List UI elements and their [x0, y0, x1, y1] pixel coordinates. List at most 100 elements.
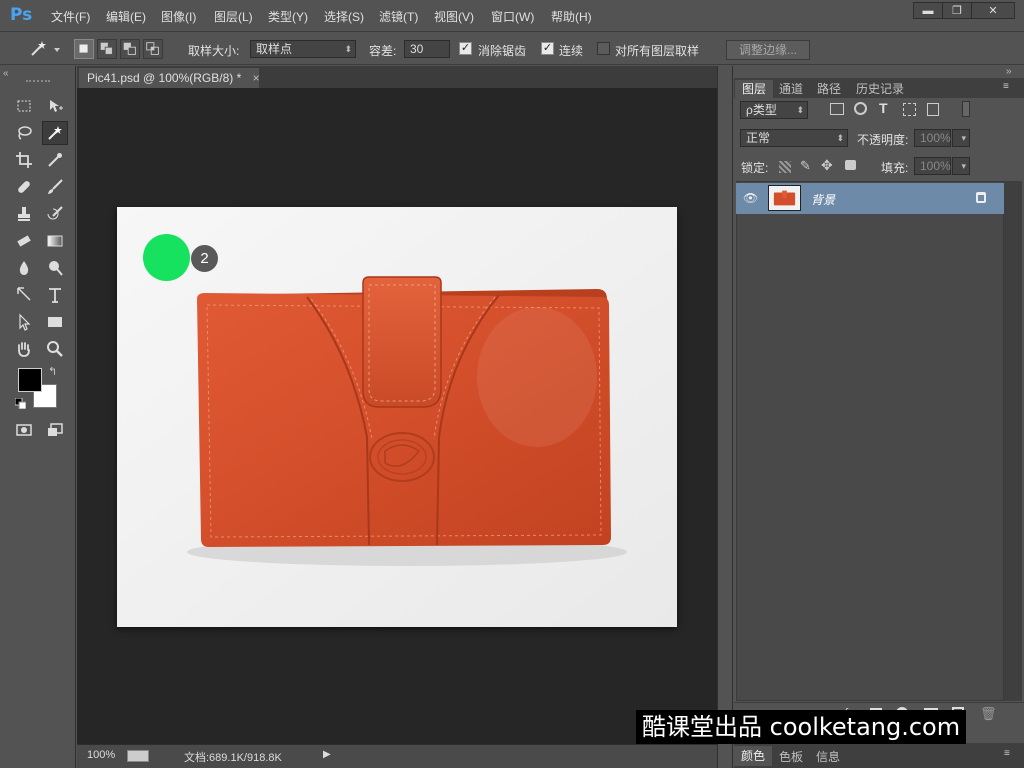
tab-swatches[interactable]: 色板 — [779, 748, 803, 765]
clone-stamp-tool[interactable] — [11, 202, 37, 226]
tolerance-label: 容差: — [369, 44, 397, 58]
expand-panels-icon[interactable]: » — [1006, 66, 1012, 77]
bandage-icon — [18, 181, 30, 193]
menu-help[interactable]: 帮助(H) — [551, 8, 592, 26]
menu-layer[interactable]: 图层(L) — [214, 8, 253, 26]
filter-pixel-icon[interactable] — [830, 103, 844, 115]
opacity-input[interactable]: 100% — [914, 129, 951, 147]
rectangle-tool[interactable] — [42, 310, 68, 334]
status-bar: 100% 文档:689.1K/918.8K ▶ — [77, 744, 717, 768]
menu-image[interactable]: 图像(I) — [161, 8, 196, 26]
layer-list-scrollbar[interactable] — [1004, 181, 1022, 701]
zoom-tool[interactable] — [42, 337, 68, 361]
sample-size-value: 取样点 — [256, 42, 293, 56]
bottom-panel-tabs: 颜色 色板 信息 ≡ — [734, 743, 1024, 768]
filter-adjustment-icon[interactable] — [854, 102, 867, 115]
crop-tool[interactable] — [11, 148, 37, 172]
layer-name[interactable]: 背景 — [811, 191, 835, 208]
bottom-panel-menu-icon[interactable]: ≡ — [1004, 748, 1010, 759]
new-selection-button[interactable] — [74, 39, 94, 59]
tab-info[interactable]: 信息 — [816, 748, 840, 765]
lock-image-pixels-icon[interactable]: ✎ — [800, 158, 811, 174]
fill-dropdown[interactable]: ▾ — [952, 157, 970, 175]
menu-type[interactable]: 类型(Y) — [268, 8, 308, 26]
subtract-selection-button[interactable] — [120, 39, 140, 59]
blend-mode-select[interactable]: 正常 ⬍ — [740, 129, 848, 147]
default-colors-icon[interactable] — [15, 398, 26, 409]
document-size-info: 文档:689.1K/918.8K — [184, 752, 282, 764]
quick-mask-tool[interactable] — [11, 418, 37, 442]
intersect-selection-button[interactable] — [143, 39, 163, 59]
filter-type-icon[interactable]: T — [879, 100, 888, 116]
layer-thumbnail[interactable] — [768, 185, 801, 211]
zoom-level[interactable]: 100% — [87, 749, 115, 761]
gradient-tool[interactable] — [42, 229, 68, 253]
eyedropper-icon — [48, 153, 62, 167]
menu-select[interactable]: 选择(S) — [324, 8, 364, 26]
brush-tool[interactable] — [42, 175, 68, 199]
lock-transparent-pixels-icon[interactable] — [779, 161, 791, 173]
healing-brush-tool[interactable] — [11, 175, 37, 199]
sample-all-layers-label: 对所有图层取样 — [615, 44, 700, 58]
tab-paths[interactable]: 路径 — [817, 80, 841, 98]
move-tool[interactable] — [42, 94, 68, 118]
path-selection-tool[interactable] — [11, 310, 37, 334]
rect-marquee-tool[interactable] — [11, 94, 37, 118]
dodge-tool[interactable] — [42, 256, 68, 280]
eyedropper-tool[interactable] — [42, 148, 68, 172]
filter-smart-object-icon[interactable] — [927, 103, 939, 116]
hand-tool[interactable] — [11, 337, 37, 361]
fill-input[interactable]: 100% — [914, 157, 951, 175]
tab-channels[interactable]: 通道 — [779, 80, 803, 98]
type-tool[interactable] — [42, 283, 68, 307]
wallet-thumbnail-image — [769, 186, 800, 210]
lasso-tool[interactable] — [11, 121, 37, 145]
close-window-button[interactable]: ✕ — [971, 2, 1015, 19]
pen-tool[interactable] — [11, 283, 37, 307]
add-selection-button[interactable] — [97, 39, 117, 59]
add-selection-icon — [100, 42, 113, 55]
filter-shape-icon[interactable] — [903, 103, 916, 116]
menu-window[interactable]: 窗口(W) — [491, 8, 534, 26]
menu-filter[interactable]: 滤镜(T) — [379, 8, 418, 26]
restore-button[interactable]: ❐ — [942, 2, 972, 19]
lock-position-icon[interactable]: ✥ — [821, 157, 833, 174]
antialias-checkbox[interactable]: ✓ — [459, 42, 472, 55]
panel-menu-icon[interactable]: ≡ — [1003, 81, 1009, 92]
refine-edge-button[interactable]: 调整边缘... — [726, 40, 810, 60]
tolerance-input[interactable]: 30 — [404, 40, 450, 58]
layer-filter-kind-select[interactable]: ρ类型 ⬍ — [740, 101, 808, 119]
lock-all-icon[interactable] — [845, 160, 856, 170]
menu-file[interactable]: 文件(F) — [51, 8, 90, 26]
contiguous-checkbox[interactable]: ✓ — [541, 42, 554, 55]
document-tab[interactable]: Pic41.psd @ 100%(RGB/8) * × — [79, 68, 260, 88]
menu-view[interactable]: 视图(V) — [434, 8, 474, 26]
history-brush-tool[interactable] — [42, 202, 68, 226]
delete-layer-icon[interactable]: 🗑 — [980, 706, 997, 722]
tab-layers[interactable]: 图层 — [735, 80, 773, 98]
tab-color[interactable]: 颜色 — [734, 746, 772, 766]
filter-toggle[interactable] — [962, 101, 970, 117]
opacity-dropdown[interactable]: ▾ — [952, 129, 970, 147]
toolbar-grip[interactable] — [26, 80, 50, 84]
tool-preset-picker[interactable] — [26, 39, 64, 59]
dodge-icon — [49, 261, 63, 276]
sample-all-layers-checkbox[interactable] — [597, 42, 610, 55]
close-tab-icon[interactable]: × — [253, 71, 260, 85]
eraser-tool[interactable] — [11, 229, 37, 253]
minimize-button[interactable]: ▬ — [913, 2, 943, 19]
dropdown-arrow-icon: ⬍ — [344, 44, 352, 54]
swap-colors-icon[interactable]: ↰ — [48, 365, 57, 378]
tab-history[interactable]: 历史记录 — [856, 80, 904, 98]
sample-size-select[interactable]: 取样点 ⬍ — [250, 40, 356, 58]
magic-wand-tool[interactable] — [42, 121, 68, 145]
screen-mode-tool[interactable] — [42, 418, 68, 442]
magic-wand-icon — [31, 41, 60, 56]
visibility-eye-icon[interactable]: 👁 — [743, 191, 758, 205]
status-menu-arrow-icon[interactable]: ▶ — [323, 749, 331, 760]
collapse-toolbar-icon[interactable]: « — [3, 68, 9, 79]
menu-edit[interactable]: 编辑(E) — [106, 8, 146, 26]
blur-tool[interactable] — [11, 256, 37, 280]
foreground-color-swatch-top[interactable] — [18, 368, 42, 392]
proof-icon[interactable] — [127, 750, 149, 762]
